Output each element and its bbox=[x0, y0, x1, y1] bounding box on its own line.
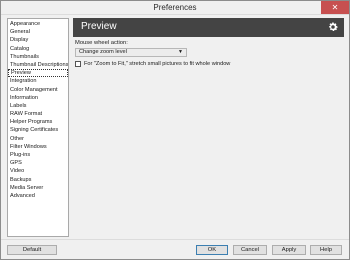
sidebar-item-catalog[interactable]: Catalog bbox=[8, 45, 68, 53]
sidebar-item-color-management[interactable]: Color Management bbox=[8, 86, 68, 94]
sidebar-item-labels[interactable]: Labels bbox=[8, 102, 68, 110]
sidebar-item-information[interactable]: Information bbox=[8, 94, 68, 102]
preview-panel: Preview Mouse wheel action: Change zoom … bbox=[73, 18, 344, 237]
sidebar-item-thumbnail-descriptions[interactable]: Thumbnail Descriptions bbox=[8, 61, 68, 69]
zoom-fit-label: For "Zoom to Fit," stretch small picture… bbox=[84, 61, 231, 67]
sidebar-item-signing-certificates[interactable]: Signing Certificates bbox=[8, 126, 68, 134]
sidebar-item-general[interactable]: General bbox=[8, 28, 68, 36]
default-button[interactable]: Default bbox=[7, 245, 57, 255]
cancel-button[interactable]: Cancel bbox=[233, 245, 267, 255]
close-button[interactable]: ✕ bbox=[321, 1, 349, 14]
category-list[interactable]: Appearance General Display Catalog Thumbnail… bbox=[7, 18, 69, 237]
sidebar-item-preview[interactable]: Preview bbox=[8, 69, 68, 78]
sidebar-item-display[interactable]: Display bbox=[8, 36, 68, 44]
help-button[interactable]: Help bbox=[310, 245, 342, 255]
sidebar-item-raw-format[interactable]: RAW Format bbox=[8, 110, 68, 118]
zoom-fit-option[interactable]: For "Zoom to Fit," stretch small picture… bbox=[75, 61, 230, 67]
sidebar-item-integration[interactable]: Integration bbox=[8, 77, 68, 85]
sidebar-item-advanced[interactable]: Advanced bbox=[8, 192, 68, 200]
sidebar-item-appearance[interactable]: Appearance bbox=[8, 20, 68, 28]
sidebar-item-media-server[interactable]: Media Server bbox=[8, 184, 68, 192]
apply-button[interactable]: Apply bbox=[272, 245, 306, 255]
sidebar-item-gps[interactable]: GPS bbox=[8, 159, 68, 167]
chevron-down-icon: ▼ bbox=[178, 49, 183, 55]
gear-icon[interactable] bbox=[327, 21, 339, 33]
sidebar-item-filter-windows[interactable]: Filter Windows bbox=[8, 143, 68, 151]
sidebar-item-plug-ins[interactable]: Plug-ins bbox=[8, 151, 68, 159]
sidebar-item-helper-programs[interactable]: Helper Programs bbox=[8, 118, 68, 126]
sidebar-item-thumbnails[interactable]: Thumbnails bbox=[8, 53, 68, 61]
sidebar-item-backups[interactable]: Backups bbox=[8, 176, 68, 184]
sidebar-item-other[interactable]: Other bbox=[8, 135, 68, 143]
window-title: Preferences bbox=[153, 3, 197, 12]
panel-header: Preview bbox=[73, 18, 344, 37]
mouse-wheel-value: Change zoom level bbox=[79, 49, 127, 55]
sidebar-item-video[interactable]: Video bbox=[8, 167, 68, 175]
ok-button[interactable]: OK bbox=[196, 245, 228, 255]
mouse-wheel-label: Mouse wheel action: bbox=[75, 40, 128, 46]
close-icon: ✕ bbox=[331, 3, 339, 12]
preferences-window: Preferences ✕ Appearance General Display Ca… bbox=[0, 0, 350, 260]
zoom-fit-checkbox[interactable] bbox=[75, 61, 81, 67]
button-bar: Default OK Cancel Apply Help bbox=[1, 239, 349, 259]
title-bar: Preferences ✕ bbox=[1, 1, 349, 15]
mouse-wheel-select[interactable]: Change zoom level ▼ bbox=[75, 48, 187, 57]
panel-title: Preview bbox=[81, 21, 117, 32]
